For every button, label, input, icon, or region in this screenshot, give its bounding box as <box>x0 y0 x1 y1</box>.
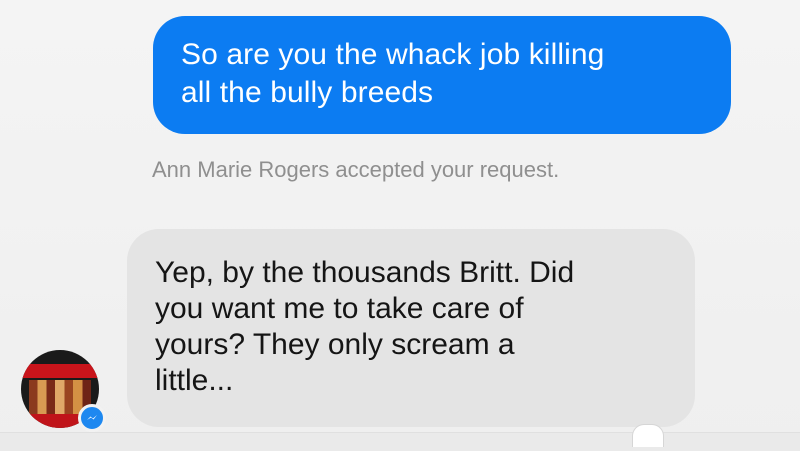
bottom-bar <box>0 432 800 451</box>
incoming-message-line: yours? They only scream a <box>155 328 515 361</box>
outgoing-message-bubble[interactable]: So are you the whack job killing all the… <box>153 16 731 134</box>
incoming-message-bubble[interactable]: Yep, by the thousands Britt. Did you wan… <box>127 229 695 427</box>
avatar-banner <box>21 364 99 378</box>
incoming-message-line: Yep, by the thousands Britt. Did <box>155 256 575 289</box>
request-accepted-note: Ann Marie Rogers accepted your request. <box>152 157 560 182</box>
incoming-message-line: you want me to take care of <box>155 292 524 325</box>
outgoing-message-line: all the bully breeds <box>181 76 434 109</box>
message-thread: So are you the whack job killing all the… <box>0 0 800 451</box>
messenger-icon <box>78 404 106 432</box>
seen-indicator-icon <box>632 424 664 447</box>
outgoing-message-line: So are you the whack job killing <box>181 38 605 71</box>
incoming-message-line: little... <box>155 364 234 397</box>
